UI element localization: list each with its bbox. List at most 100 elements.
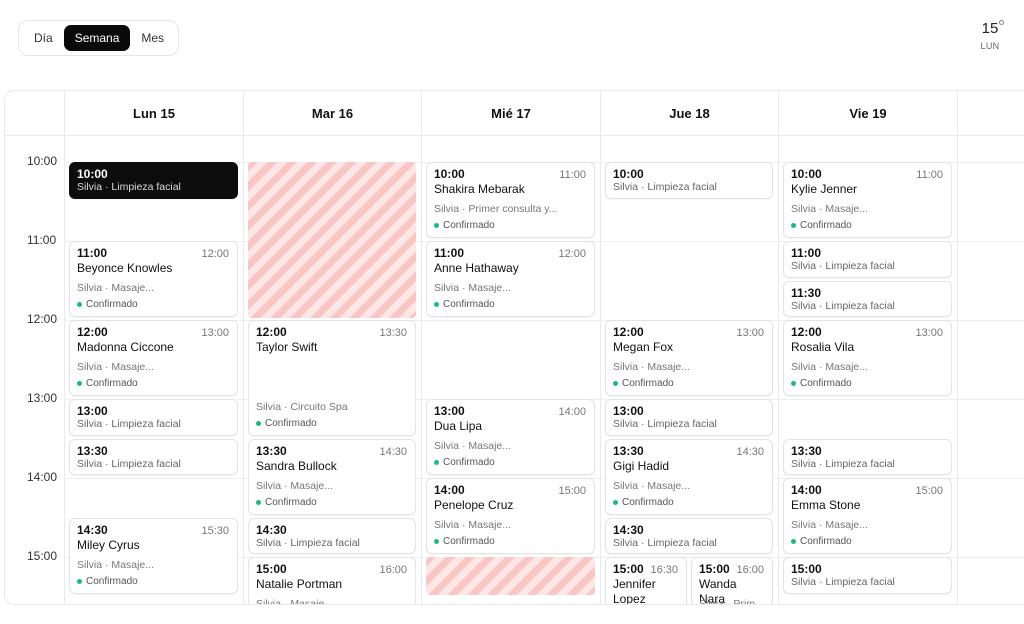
appointment-end-time: 15:00 [558, 485, 586, 497]
appointment-card[interactable]: 10:00 Silvia · Limpieza facial [69, 162, 238, 199]
client-name: Taylor Swift [256, 340, 318, 354]
status-dot-icon [434, 223, 439, 228]
day-header-wed[interactable]: Mié 17 [421, 91, 600, 136]
appointment-service: Silvia · Masaje... [77, 282, 155, 294]
view-day-button[interactable]: Día [23, 25, 64, 51]
appointment-service: Silvia · Limpieza facial [791, 260, 895, 272]
appointment-card[interactable]: 12:00 13:00 Megan Fox Silvia · Masaje... Con… [605, 320, 773, 396]
appointment-card[interactable]: 12:00 13:00 Rosalia Vila Silvia · Masaje...… [783, 320, 952, 396]
today-weekday: LUN [980, 41, 1000, 51]
appointment-card[interactable]: 15:00 16:00 Wanda Nara Silvia · Prim... [691, 557, 773, 605]
appointment-end-time: 15:00 [915, 485, 943, 497]
appointment-card[interactable]: 11:00 Silvia · Limpieza facial [783, 241, 952, 278]
appointment-end-time: 14:30 [379, 445, 407, 458]
status-dot-icon [613, 381, 618, 386]
day-column-divider [243, 136, 244, 604]
status-dot-icon [791, 381, 796, 386]
status-badge: Confirmado [434, 457, 495, 468]
appointment-service: Silvia · Primer consulta y... [434, 203, 558, 215]
status-dot-icon [434, 302, 439, 307]
appointment-service: Silvia · Masaje... [256, 479, 334, 492]
status-badge: Confirmado [791, 220, 852, 231]
appointment-card[interactable]: 10:00 11:00 Shakira Mebarak Silvia · Primer… [426, 162, 595, 238]
appointment-card[interactable]: 13:30 14:30 Gigi Hadid Silvia · Masaje... Co… [605, 438, 773, 515]
client-name: Rosalia Vila [791, 340, 855, 354]
appointment-card[interactable]: 11:30 Silvia · Limpieza facial [783, 280, 952, 317]
appointment-start-time: 11:30 [791, 285, 822, 300]
status-text: Confirmado [443, 299, 495, 310]
appointment-card[interactable]: 15:00 Silvia · Limpieza facial [783, 557, 952, 594]
appointment-service: Silvia · Masaje... [434, 440, 512, 452]
appointment-end-time: 13:00 [201, 327, 229, 339]
appointment-service: Silvia · Masaje... [256, 598, 334, 605]
appointment-end-time: 12:00 [558, 248, 586, 260]
appointment-end-time: 16:00 [736, 564, 764, 576]
client-name: Natalie Portman [256, 577, 343, 591]
status-badge: Confirmado [256, 418, 317, 429]
status-text: Confirmado [800, 220, 852, 231]
view-month-button[interactable]: Mes [130, 25, 175, 51]
appointment-service: Silvia · Prim... [699, 598, 764, 605]
time-label: 14:00 [27, 470, 58, 484]
appointment-service: Silvia · Limpieza facial [613, 418, 717, 430]
client-name: Dua Lipa [434, 419, 483, 433]
appointment-card[interactable]: 14:30 Silvia · Limpieza facial [605, 517, 773, 554]
appointment-card[interactable]: 12:00 13:00 Madonna Ciccone Silvia · Masaje… [69, 320, 238, 396]
appointment-start-time: 15:00 [791, 562, 822, 576]
appointment-card[interactable]: 14:00 15:00 Penelope Cruz Silvia · Masaje..… [426, 478, 595, 554]
appointment-card[interactable]: 10:00 11:00 Kylie Jenner Silvia · Masaje...… [783, 162, 952, 238]
appointment-end-time: 11:00 [916, 169, 943, 181]
appointment-end-time: 16:30 [650, 564, 678, 576]
appointment-service: Silvia · Circuito Spa [256, 400, 348, 413]
appointment-card[interactable]: 15:00 16:30 Jennifer Lopez [605, 557, 687, 604]
notification-dot-icon [999, 20, 1005, 25]
appointment-card[interactable]: 13:30 14:30 Sandra Bullock Silvia · Masaje.… [248, 438, 416, 515]
appointment-card[interactable]: 11:00 12:00 Beyonce Knowles Silvia · Masaje… [69, 241, 238, 317]
appointment-card[interactable]: 12:00 13:30 Taylor Swift Silvia · Circuito … [248, 320, 416, 436]
status-dot-icon [434, 539, 439, 544]
day-header-tue[interactable]: Mar 16 [243, 91, 421, 136]
client-name: Madonna Ciccone [77, 340, 174, 354]
appointment-card[interactable]: 14:30 15:30 Miley Cyrus Silvia · Masaje... C… [69, 517, 238, 594]
appointment-service: Silvia · Limpieza facial [791, 576, 895, 588]
appointment-card[interactable]: 13:00 Silvia · Limpieza facial [69, 399, 238, 436]
day-header-thu[interactable]: Jue 18 [600, 91, 778, 136]
blocked-slot[interactable] [248, 162, 416, 318]
status-badge: Confirmado [791, 378, 852, 389]
time-label: 10:00 [27, 154, 58, 168]
appointment-card[interactable]: 13:30 Silvia · Limpieza facial [69, 438, 238, 475]
view-week-button[interactable]: Semana [63, 25, 131, 51]
appointment-service: Silvia · Limpieza facial [77, 457, 181, 470]
appointment-service: Silvia · Masaje... [613, 479, 691, 492]
status-dot-icon [434, 460, 439, 465]
status-badge: Confirmado [434, 220, 495, 231]
day-column-divider [600, 136, 601, 604]
appointment-service: Silvia · Limpieza facial [613, 181, 717, 193]
status-dot-icon [77, 578, 82, 584]
status-dot-icon [77, 302, 82, 307]
day-column-divider [778, 136, 779, 604]
status-text: Confirmado [800, 378, 852, 389]
appointment-card[interactable]: 13:00 14:00 Dua Lipa Silvia · Masaje... Conf… [426, 399, 595, 475]
status-badge: Confirmado [77, 299, 138, 310]
appointment-service: Silvia · Limpieza facial [77, 418, 181, 430]
day-header-fri[interactable]: Vie 19 [778, 91, 957, 136]
status-text: Confirmado [86, 378, 138, 389]
appointment-card[interactable]: 13:30 Silvia · Limpieza facial [783, 438, 952, 475]
appointment-card[interactable]: 14:30 Silvia · Limpieza facial [248, 517, 416, 554]
appointment-service: Silvia · Limpieza facial [791, 299, 895, 312]
appointment-card[interactable]: 11:00 12:00 Anne Hathaway Silvia · Masaje..… [426, 241, 595, 317]
client-name: Anne Hathaway [434, 261, 519, 275]
day-header-sat[interactable]: S [957, 91, 1024, 136]
appointment-card[interactable]: 15:00 16:00 Natalie Portman Silvia · Masaje… [248, 557, 416, 605]
appointment-service: Silvia · Limpieza facial [791, 457, 895, 470]
today-badge[interactable]: 15 LUN [972, 20, 1008, 51]
appointment-service: Silvia · Masaje... [434, 519, 512, 531]
day-header-mon[interactable]: Lun 15 [64, 91, 243, 136]
appointment-card[interactable]: 10:00 Silvia · Limpieza facial [605, 162, 773, 199]
appointment-card[interactable]: 13:00 Silvia · Limpieza facial [605, 399, 773, 436]
client-name: Shakira Mebarak [434, 182, 525, 196]
client-name: Beyonce Knowles [77, 261, 173, 275]
blocked-slot[interactable] [426, 557, 595, 595]
appointment-card[interactable]: 14:00 15:00 Emma Stone Silvia · Masaje... Co… [783, 478, 952, 554]
